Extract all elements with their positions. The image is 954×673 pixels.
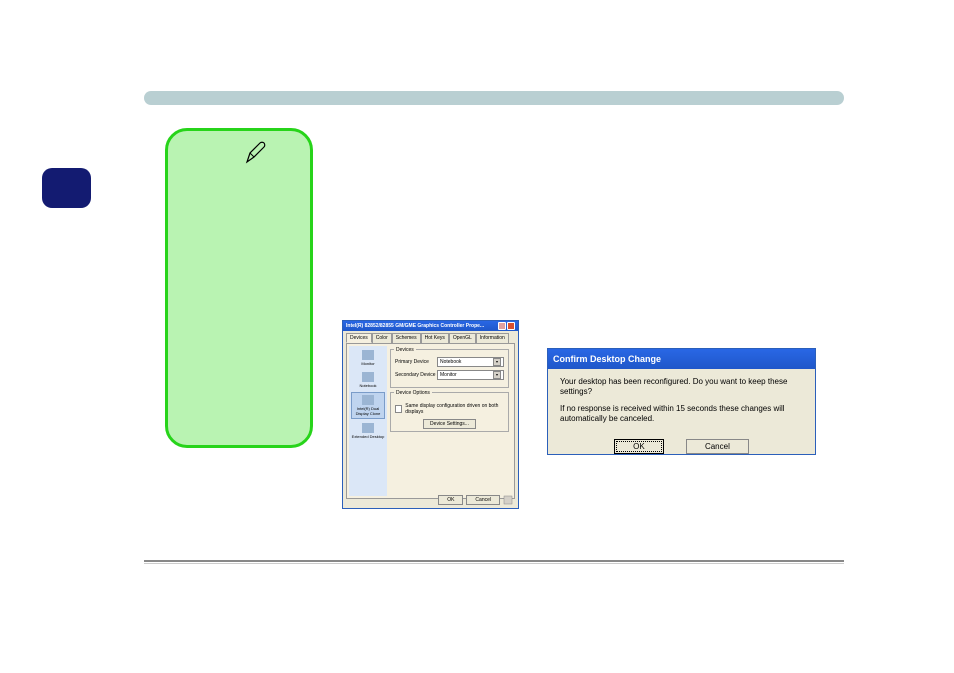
sidebar-item-label: Extended Desktop [352,434,385,439]
pen-icon [244,141,268,170]
sidebar-item-label: Notebook [359,383,376,388]
sidebar-item-notebook[interactable]: Notebook [351,370,385,390]
notebook-icon [362,372,374,382]
tab-devices[interactable]: Devices [346,333,372,343]
confirm-titlebar[interactable]: Confirm Desktop Change [548,349,815,369]
close-icon[interactable] [507,322,515,330]
extended-desktop-icon [362,423,374,433]
secondary-device-dropdown[interactable]: Monitor ▾ [437,370,504,380]
dual-display-icon [362,395,374,405]
device-options-groupbox-label: Device Options [394,390,432,396]
dialog-titlebar[interactable]: Intel(R) 82852/82855 GM/GME Graphics Con… [343,321,518,331]
monitor-icon [362,350,374,360]
sidebar-item-label: Intel(R) Dual Display Clone [352,406,384,416]
primary-device-dropdown[interactable]: Notebook ▾ [437,357,504,367]
footer-rule-shadow [144,563,844,564]
devices-panel: Devices Primary Device Notebook ▾ Second… [387,346,512,496]
footer-rule [144,560,844,562]
help-icon[interactable] [498,322,506,330]
tab-strip: Devices Color Schemes Hot Keys OpenGL In… [343,331,518,343]
tab-schemes[interactable]: Schemes [392,333,421,343]
apply-icon[interactable] [503,495,513,505]
ok-button[interactable]: OK [438,495,463,505]
header-rule [144,91,844,105]
confirm-message-2: If no response is received within 15 sec… [560,404,803,425]
same-config-label: Same display configuration driven on bot… [405,403,504,415]
sidebar-item-monitor[interactable]: Monitor [351,348,385,368]
confirm-title-text: Confirm Desktop Change [553,354,661,364]
sidebar-item-label: Monitor [361,361,374,366]
secondary-device-value: Monitor [440,372,457,378]
secondary-device-label: Secondary Device [395,372,437,378]
tab-hotkeys[interactable]: Hot Keys [421,333,449,343]
chevron-down-icon: ▾ [493,358,501,366]
same-config-checkbox[interactable] [395,405,402,413]
confirm-ok-button[interactable]: OK [614,439,664,454]
sidebar-item-dual-clone[interactable]: Intel(R) Dual Display Clone [351,392,385,419]
cancel-button[interactable]: Cancel [466,495,500,505]
primary-device-value: Notebook [440,359,461,365]
graphics-properties-dialog: Intel(R) 82852/82855 GM/GME Graphics Con… [342,320,519,509]
sidebar-item-extended[interactable]: Extended Desktop [351,421,385,441]
primary-device-label: Primary Device [395,359,437,365]
tab-color[interactable]: Color [372,333,392,343]
note-callout [165,128,313,448]
tab-opengl[interactable]: OpenGL [449,333,476,343]
device-settings-button[interactable]: Device Settings... [423,419,476,429]
dialog-title-text: Intel(R) 82852/82855 GM/GME Graphics Con… [346,323,484,329]
chapter-badge [42,168,91,208]
confirm-message-1: Your desktop has been reconfigured. Do y… [560,377,803,398]
confirm-desktop-change-dialog: Confirm Desktop Change Your desktop has … [547,348,816,455]
devices-groupbox-label: Devices [394,347,416,353]
tab-information[interactable]: Information [476,333,509,343]
confirm-cancel-button[interactable]: Cancel [686,439,749,454]
chevron-down-icon: ▾ [493,371,501,379]
device-mode-sidebar: Monitor Notebook Intel(R) Dual Display C… [349,346,387,496]
